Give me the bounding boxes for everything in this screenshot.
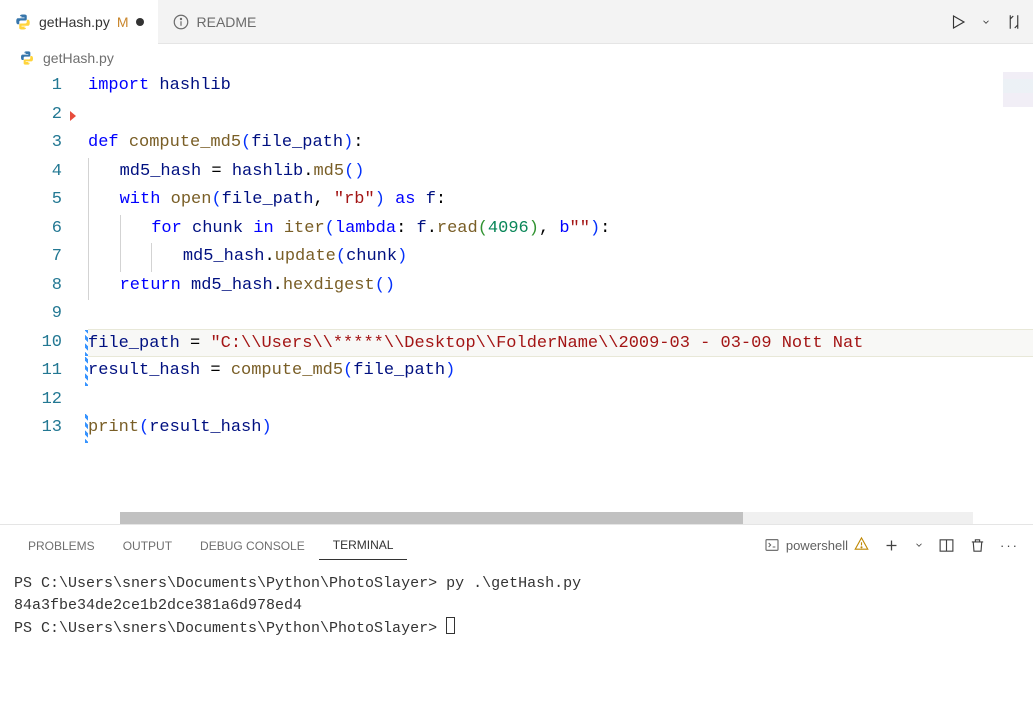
- shell-indicator[interactable]: powershell: [764, 536, 869, 554]
- panel-actions: powershell ···: [764, 536, 1019, 554]
- panel-tab-debug[interactable]: DEBUG CONSOLE: [186, 531, 319, 560]
- shell-name: powershell: [786, 538, 848, 553]
- dirty-dot-icon: [136, 18, 144, 26]
- tab-label: README: [197, 14, 257, 30]
- chevron-down-icon[interactable]: [914, 540, 924, 550]
- code-area[interactable]: import hashlibdef compute_md5(file_path)…: [88, 72, 1033, 443]
- tab-label: getHash.py: [39, 14, 110, 30]
- panel-tabs: PROBLEMS OUTPUT DEBUG CONSOLE TERMINAL p…: [0, 525, 1033, 565]
- chevron-down-icon[interactable]: [981, 17, 991, 27]
- trash-icon[interactable]: [969, 537, 986, 554]
- new-terminal-icon[interactable]: [883, 537, 900, 554]
- python-icon: [14, 13, 32, 31]
- editor[interactable]: 12345678910111213 import hashlibdef comp…: [0, 72, 1033, 524]
- gutter[interactable]: 12345678910111213: [0, 72, 88, 443]
- panel-tab-problems[interactable]: PROBLEMS: [14, 531, 109, 560]
- panel-tab-terminal[interactable]: TERMINAL: [319, 530, 408, 560]
- compare-icon[interactable]: [1005, 13, 1023, 31]
- tab-actions: [949, 13, 1033, 31]
- terminal-icon: [764, 537, 780, 553]
- breadcrumb[interactable]: getHash.py: [0, 44, 1033, 72]
- horizontal-scrollbar[interactable]: [120, 512, 973, 524]
- panel-tab-output[interactable]: OUTPUT: [109, 531, 186, 560]
- panel: PROBLEMS OUTPUT DEBUG CONSOLE TERMINAL p…: [0, 524, 1033, 724]
- scrollbar-thumb[interactable]: [120, 512, 743, 524]
- split-terminal-icon[interactable]: [938, 537, 955, 554]
- tab-readme[interactable]: README: [158, 0, 271, 44]
- warning-icon: [854, 536, 869, 554]
- run-icon[interactable]: [949, 13, 967, 31]
- terminal-output[interactable]: PS C:\Users\sners\Documents\Python\Photo…: [0, 565, 1033, 724]
- info-icon: [172, 13, 190, 31]
- tab-bar: getHash.py M README: [0, 0, 1033, 44]
- python-icon: [18, 49, 36, 67]
- breadcrumb-file: getHash.py: [43, 50, 114, 66]
- modified-badge: M: [117, 14, 129, 30]
- tab-gethash[interactable]: getHash.py M: [0, 0, 158, 44]
- more-icon[interactable]: ···: [1000, 538, 1019, 553]
